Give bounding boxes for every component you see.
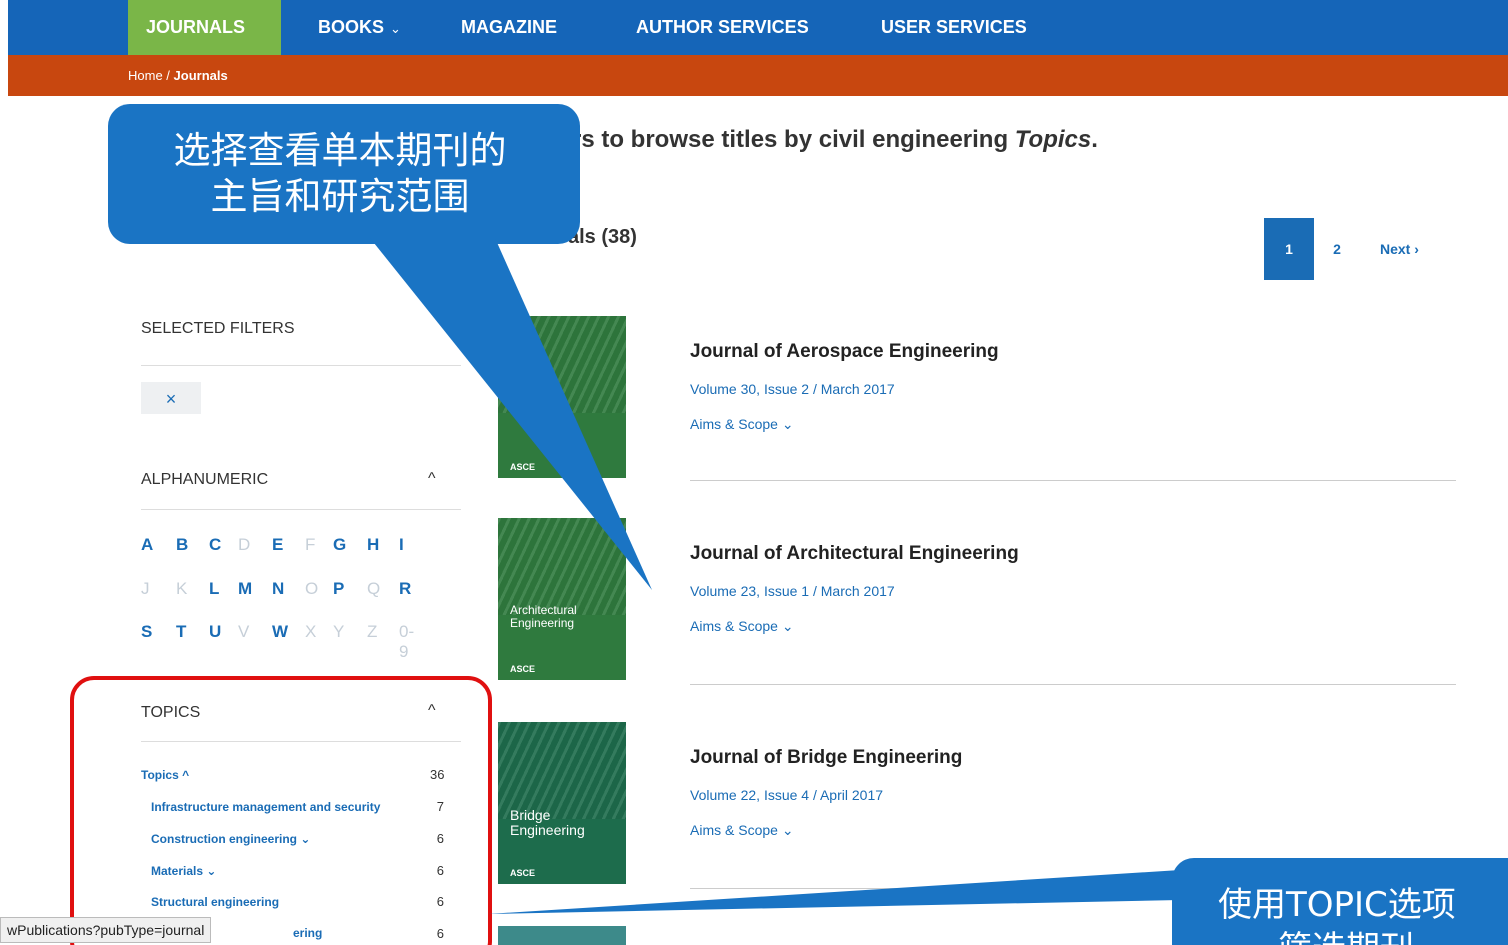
callout-1-line: 选择查看单本期刊的 [173, 129, 507, 172]
callout-2-pointer [488, 870, 1180, 914]
callout-2-text: 使用TOPIC选项 筛选期刊 [1218, 883, 1508, 945]
topics-highlight-box [70, 676, 492, 945]
callout-2-line: 使用TOPIC选项 [1218, 885, 1456, 925]
status-url-tooltip: wPublications?pubType=journal [0, 917, 212, 943]
callout-2-line: 筛选期刊 [1218, 927, 1508, 945]
callout-1-pointer [370, 238, 652, 590]
callout-1-text: 选择查看单本期刊的 主旨和研究范围 [120, 128, 560, 220]
callout-1-line: 主旨和研究范围 [210, 175, 470, 218]
